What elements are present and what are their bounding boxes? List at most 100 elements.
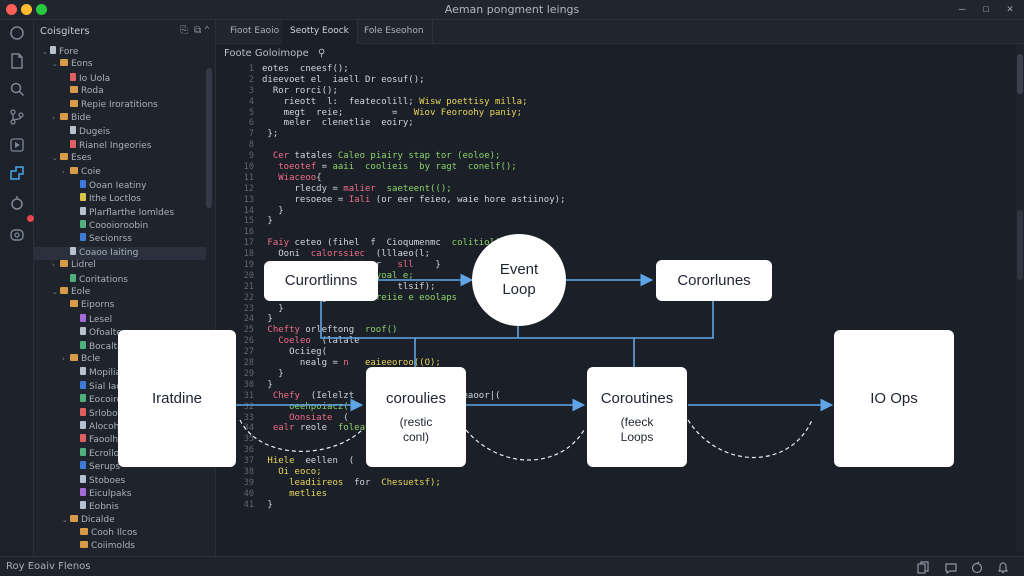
files-icon[interactable] bbox=[8, 52, 26, 70]
code-line[interactable] bbox=[262, 445, 1002, 456]
tree-item[interactable]: Cooh Ilcos bbox=[34, 528, 206, 541]
tree-item[interactable]: ⌄ Eons bbox=[34, 59, 206, 72]
tree-item[interactable]: Coaoo Iaiting bbox=[34, 246, 206, 261]
code-area[interactable]: eotes cneesf(); dieevoet el iaell Dr eosu… bbox=[262, 64, 1002, 511]
tree-item[interactable]: Dugeis bbox=[34, 126, 206, 139]
circle-icon[interactable] bbox=[8, 24, 26, 42]
tab-fioot-eaoio[interactable]: Fioot Eaoio bbox=[222, 20, 289, 44]
chevron-icon[interactable]: ⌄ bbox=[52, 288, 60, 296]
code-editor[interactable]: 1 2 3 4 5 6 7 8 9 10 11 12 13 14 15 16 17 18 19 20 21 22 23 24 2… bbox=[216, 64, 1012, 552]
tree-item[interactable]: › Coie bbox=[34, 166, 206, 180]
code-line[interactable]: ealr reole foleau(Os); bbox=[262, 423, 1002, 434]
tree-item[interactable]: Coooioroobin bbox=[34, 220, 206, 233]
tree-item[interactable]: › Lidrel bbox=[34, 260, 206, 273]
chevron-icon[interactable]: › bbox=[52, 261, 60, 269]
code-line[interactable]: Cer tatales Caleo piairy stap tor (eoloe… bbox=[262, 151, 1002, 162]
code-line[interactable]: Ror rorci(); bbox=[262, 86, 1002, 97]
code-line[interactable]: rlecdy = malier saeteent((); bbox=[262, 184, 1002, 195]
code-line[interactable]: naoo ecoot tyor sll } bbox=[262, 260, 1002, 271]
tree-item[interactable]: Ecrollos bbox=[34, 447, 206, 461]
tree-item[interactable]: Stoboes bbox=[34, 474, 206, 488]
code-line[interactable]: dieevoet el iaell Dr eosuf(); bbox=[262, 75, 1002, 86]
tree-item[interactable]: Roda bbox=[34, 86, 206, 99]
accounts-icon[interactable] bbox=[8, 226, 26, 244]
chevron-icon[interactable]: ⌄ bbox=[42, 48, 50, 56]
code-line[interactable] bbox=[262, 140, 1002, 151]
tree-item[interactable]: › Bcle bbox=[34, 353, 206, 367]
tree-item[interactable]: › Bide bbox=[34, 112, 206, 126]
close-icon[interactable]: ✕ bbox=[1002, 2, 1018, 15]
code-line[interactable]: Oi eoco; bbox=[262, 467, 1002, 478]
code-line[interactable]: Hiele eellen ( bbox=[262, 456, 1002, 467]
tree-item[interactable]: Faoolhes bbox=[34, 434, 206, 447]
tree-item[interactable]: Eobnis bbox=[34, 501, 206, 514]
tree-item[interactable]: Eocoires bbox=[34, 394, 206, 407]
code-line[interactable]: } bbox=[262, 304, 1002, 315]
breadcrumb-path[interactable]: Foote Goloimope bbox=[224, 48, 309, 59]
tree-item[interactable]: Alocohsloo bbox=[34, 420, 206, 434]
code-line[interactable]: meler clenetlie eoiry; bbox=[262, 118, 1002, 129]
tree-item[interactable]: Bocalta bbox=[34, 340, 206, 354]
tree-item[interactable]: Sial Iaoo bbox=[34, 380, 206, 394]
collapse-icon[interactable]: ⌃ bbox=[204, 25, 210, 36]
tree-item[interactable]: Lesel bbox=[34, 313, 206, 327]
tree-item[interactable]: Serups bbox=[34, 461, 206, 474]
tree-item[interactable]: Ooan Ieatiny bbox=[34, 179, 206, 193]
code-line[interactable]: Ociieg( bbox=[262, 347, 1002, 358]
bell-icon[interactable] bbox=[996, 560, 1010, 574]
tree-item[interactable]: Secionrss bbox=[34, 233, 206, 246]
tree-item[interactable]: ⌄ Eses bbox=[34, 153, 206, 166]
pin-icon[interactable]: ⚲ bbox=[318, 48, 325, 59]
editor-scrollbar-track[interactable] bbox=[1016, 44, 1024, 552]
tree-item[interactable]: Rianel Ingeories bbox=[34, 139, 206, 153]
copy-icon[interactable] bbox=[916, 560, 930, 574]
code-line[interactable]: Wiaceoo{ bbox=[262, 173, 1002, 184]
editor-scrollbar-thumb[interactable] bbox=[1017, 54, 1023, 94]
code-line[interactable]: megt reie; = Wiov Feoroohy paniy; bbox=[262, 108, 1002, 119]
remote-icon[interactable] bbox=[8, 194, 26, 212]
tree-item[interactable]: Io Uola bbox=[34, 72, 206, 86]
code-line[interactable]: toeotef = aaii coolieis by ragt conelf()… bbox=[262, 162, 1002, 173]
tree-item[interactable]: Ithe Loctlos bbox=[34, 193, 206, 206]
code-line[interactable]: Oonsiate ( bbox=[262, 413, 1002, 424]
code-line[interactable]: Faiy ceteo (fihel f Cioqumenmc colitioli… bbox=[262, 238, 1002, 249]
code-line[interactable]: nealg = n eaieeoroo((O); bbox=[262, 358, 1002, 369]
source-control-icon[interactable] bbox=[8, 108, 26, 126]
chat-icon[interactable] bbox=[944, 560, 958, 575]
code-line[interactable]: Ooni calorssiec (lllaeo(l; bbox=[262, 249, 1002, 260]
code-line[interactable]: Coeleo (lalale bbox=[262, 336, 1002, 347]
sync-icon[interactable] bbox=[970, 560, 984, 574]
code-line[interactable]: metlies bbox=[262, 489, 1002, 500]
chevron-icon[interactable]: ⌄ bbox=[62, 516, 70, 524]
restore-icon[interactable]: ☐ bbox=[978, 2, 994, 15]
code-line[interactable] bbox=[262, 227, 1002, 238]
chevron-icon[interactable]: ⌄ bbox=[52, 154, 60, 162]
tree-item[interactable]: Plarflarthe Iomldes bbox=[34, 206, 206, 220]
code-line[interactable]: resaeage = all( reiie e eoolaps bbox=[262, 293, 1002, 304]
code-line[interactable]: rieott l: featecolill; Wisw poettisy mil… bbox=[262, 97, 1002, 108]
code-line[interactable]: leadiireos for Chesuetsf); bbox=[262, 478, 1002, 489]
tree-item[interactable]: ⌄ Eole bbox=[34, 287, 206, 300]
code-line[interactable]: }; bbox=[262, 129, 1002, 140]
explorer-scrollbar[interactable] bbox=[206, 68, 212, 208]
code-line[interactable]: } bbox=[262, 206, 1002, 217]
code-line[interactable]: } bbox=[262, 380, 1002, 391]
code-line[interactable]: ieotaag eaeter tlsif); bbox=[262, 282, 1002, 293]
code-line[interactable]: resoeoe = Iali (or eer feieo, waie hore … bbox=[262, 195, 1002, 206]
code-line[interactable] bbox=[262, 434, 1002, 445]
chevron-icon[interactable]: ⌄ bbox=[52, 60, 60, 68]
code-line[interactable]: Chefty orleftong roof() bbox=[262, 325, 1002, 336]
new-folder-icon[interactable]: ⧉ bbox=[194, 25, 201, 36]
tree-item[interactable]: Coritations bbox=[34, 273, 206, 287]
run-debug-icon[interactable] bbox=[8, 136, 26, 154]
tree-item[interactable]: Ofoalte bbox=[34, 327, 206, 340]
tree-item[interactable]: Eiculpaks bbox=[34, 487, 206, 501]
code-line[interactable]: } bbox=[262, 216, 1002, 227]
tree-item[interactable]: ⌄ Dicalde bbox=[34, 514, 206, 528]
code-line[interactable]: } bbox=[262, 314, 1002, 325]
code-line[interactable]: eotes cneesf(); bbox=[262, 64, 1002, 75]
code-line[interactable]: } bbox=[262, 369, 1002, 380]
tree-item[interactable]: Srlobor bbox=[34, 407, 206, 421]
minimize-icon[interactable]: — bbox=[954, 2, 970, 15]
chevron-icon[interactable]: › bbox=[62, 168, 70, 176]
